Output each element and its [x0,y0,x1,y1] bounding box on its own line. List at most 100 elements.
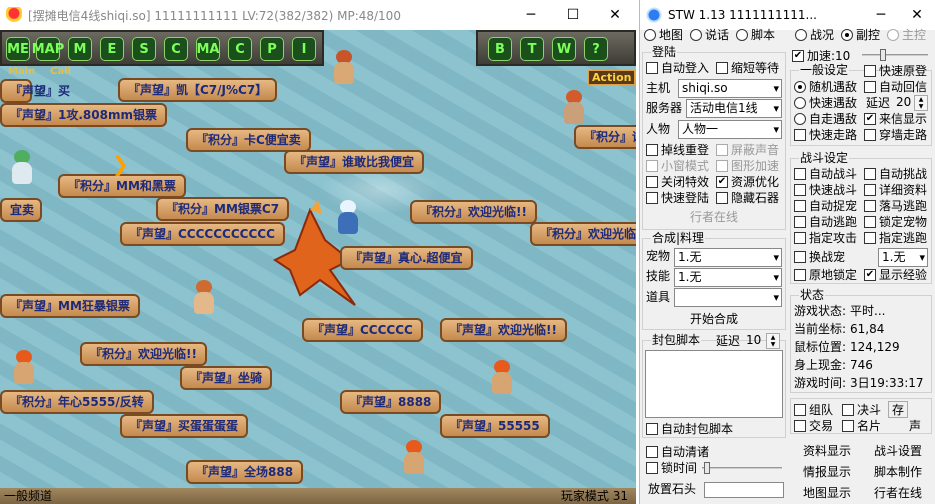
walk-action-button[interactable]: W [552,37,576,61]
hide-stone-checkbox[interactable]: 隐藏石器 [716,191,779,205]
walker-online-button[interactable]: 行者在线 [864,482,932,502]
close-button[interactable]: ✕ [594,0,636,30]
auto-challenge-checkbox[interactable]: 自动挑战 [864,167,927,181]
reconnect-checkbox[interactable]: 掉线重登 [646,143,709,157]
action-label[interactable]: Action [588,70,636,85]
stall-sign[interactable]: 宜卖 [0,198,42,222]
stall-sign[interactable]: 『积分』欢迎光临!! [80,342,207,366]
map-show-button[interactable]: 地图显示 [792,482,862,502]
fast-encounter-radio[interactable]: 快速遇敌 [794,96,857,110]
stall-sign[interactable]: 『积分』谐 [574,125,636,149]
stall-sign[interactable]: 『积分』MM银票C7 [156,197,290,221]
card-button[interactable]: C [164,37,188,61]
encounter-delay-spinner[interactable]: ▲ ▼ [914,95,928,111]
show-message-checkbox[interactable]: 来信显示 [864,112,927,126]
card-checkbox[interactable]: 名片 [842,419,881,433]
speedup-slider[interactable] [862,48,928,62]
tool-title-bar[interactable]: STW 1.13 1111111111... ─ ✕ [640,0,935,30]
mode-radio-sub[interactable]: 副控 [841,28,880,42]
stall-sign[interactable]: 『积分』欢迎光临!! [530,222,636,246]
packet-script-textarea[interactable] [645,350,783,418]
maximize-button[interactable]: ☐ [552,0,594,30]
stall-sign[interactable]: 『声望』真心.超便宜 [340,246,473,270]
place-stone-input[interactable] [704,482,784,498]
start-synth-button[interactable]: 开始合成 [646,308,782,328]
stall-sign[interactable]: 『积分』卡C便宜卖 [186,128,311,152]
stall-sign[interactable]: 『积分』年心5555/反转 [0,390,154,414]
stall-sign[interactable]: 『声望』凯【C7/J%C7】 [118,78,278,102]
map-button[interactable]: MAP [32,37,64,61]
chat-button[interactable]: C [228,37,252,61]
auto-escape-checkbox[interactable]: 自动逃跑 [794,215,857,229]
npc-character[interactable] [8,150,36,184]
channel-label[interactable]: 一般频道 [4,488,52,504]
stall-sign[interactable]: 『声望』CCCCCCCCCCC [120,222,285,246]
npc-character[interactable] [400,440,428,474]
battle-action-button[interactable]: B [488,37,512,61]
auto-battle-checkbox[interactable]: 自动战斗 [794,167,857,181]
character-select[interactable]: 人物一 [678,120,782,139]
player-character[interactable] [330,50,358,84]
online-button[interactable]: 行者在线 [646,206,782,226]
duel-checkbox[interactable]: 决斗 [842,403,881,417]
status-button[interactable]: S [132,37,156,61]
lock-time-checkbox[interactable]: 锁时间 [646,461,697,475]
team-checkbox[interactable]: 组队 [794,403,833,417]
pet-button[interactable]: P [260,37,284,61]
speedup-checkbox[interactable]: 加速:10 [792,49,850,63]
stall-sign[interactable]: 『积分』欢迎光临!! [410,200,537,224]
tool-minimize-button[interactable]: ─ [863,0,899,30]
game-title-bar[interactable]: [摆摊电信4线shiqi.so] 11111111111 LV:72(382/3… [0,0,636,30]
item-select[interactable] [674,288,782,307]
stall-sign[interactable]: 『声望』55555 [440,414,550,438]
auto-clean-checkbox[interactable]: 自动清诸 [646,445,709,459]
pet-select[interactable]: 1.无 [674,248,782,267]
self-walk-encounter-radio[interactable]: 自走遇敌 [794,112,857,126]
skill-select[interactable]: 1.无 [674,268,782,287]
menu-radio-talk[interactable]: 说话 [690,28,729,42]
shrink-wait-checkbox[interactable]: 缩短等待 [716,61,779,75]
stall-sign[interactable]: 『声望』1攻.808mm银票 [0,103,167,127]
auto-reply-checkbox[interactable]: 自动回信 [864,80,927,94]
assign-escape-checkbox[interactable]: 指定逃跑 [864,231,927,245]
orig-speed-checkbox[interactable]: 快速原登 [864,64,927,78]
stall-sign[interactable]: 『声望』买蛋蛋蛋蛋 [120,414,249,438]
game-viewport[interactable]: 『声望』凯【C7/J%C7】 『声望』1攻.808mm银票 『积分』卡C便宜卖 … [0,30,636,504]
auto-packet-checkbox[interactable]: 自动封包脚本 [646,422,733,436]
fast-walk-checkbox[interactable]: 快速走路 [794,128,857,142]
menu-button[interactable]: ME [6,37,30,61]
optimize-checkbox[interactable]: 资源优化 [716,175,779,189]
stall-sign[interactable]: 『声望』CCCCCC [302,318,423,342]
lock-pet-checkbox[interactable]: 锁定宠物 [864,215,927,229]
mode-radio-main[interactable]: 主控 [887,28,926,42]
auto-catch-checkbox[interactable]: 自动捉宠 [794,199,857,213]
fast-login-checkbox[interactable]: 快速登陆 [646,191,709,205]
stall-sign[interactable]: 『声望』欢迎光临!! [440,318,567,342]
mail-button[interactable]: M [68,37,92,61]
minimize-button[interactable]: ─ [510,0,552,30]
menu-radio-map[interactable]: 地图 [644,28,683,42]
stall-sign[interactable]: 『声望』坐骑 [180,366,273,390]
sound-button[interactable]: 声 [902,417,928,434]
wall-walk-checkbox[interactable]: 穿墙走路 [864,128,927,142]
npc-character[interactable] [488,360,516,394]
assign-attack-checkbox[interactable]: 指定攻击 [794,231,857,245]
stall-sign[interactable]: 『声望』谁敢比我便宜 [284,150,425,174]
stall-sign[interactable]: 『声望』MM狂暴银票 [0,294,140,318]
fast-battle-checkbox[interactable]: 快速战斗 [794,183,857,197]
npc-character[interactable] [560,90,588,124]
battle-settings-button[interactable]: 战斗设置 [864,440,932,460]
help-action-button[interactable]: ? [584,37,608,61]
packet-delay-spinner[interactable]: ▲ ▼ [766,333,780,349]
equip-button[interactable]: E [100,37,124,61]
stall-sign[interactable]: 『声望』8888 [340,390,442,414]
npc-character[interactable] [10,350,38,384]
host-select[interactable]: shiqi.so [678,79,782,98]
change-pet-select[interactable]: 1.无 [878,248,928,267]
stall-sign[interactable]: 『声望』全场888 [186,460,304,484]
show-exp-checkbox[interactable]: 显示经验 [864,268,927,282]
stall-sign[interactable]: 『积分』MM和黑票 [58,174,186,198]
single-escape-checkbox[interactable]: 落马逃跑 [864,199,927,213]
packet-delay-input[interactable]: 10 [744,333,766,349]
stall-sign[interactable]: 『声望』买 [0,79,70,103]
